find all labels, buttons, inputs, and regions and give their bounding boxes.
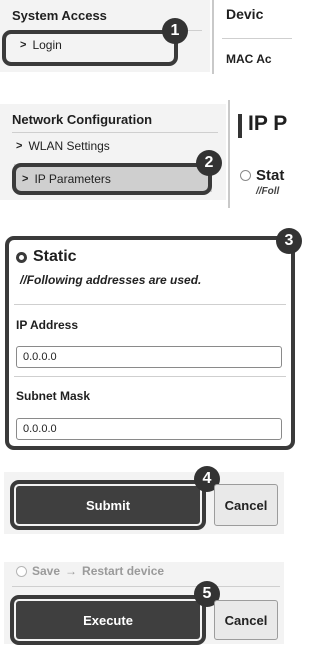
static-subtext: //Foll <box>256 186 280 197</box>
radio-unselected-icon <box>16 565 27 577</box>
chevron-right-icon: > <box>16 140 23 152</box>
subnet-mask-input[interactable]: 0.0.0.0 <box>16 418 282 440</box>
static-description: //Following addresses are used. <box>20 273 202 287</box>
radio-unselected-icon <box>240 170 251 181</box>
static-radio-label: Static <box>33 248 77 265</box>
save-restart-option[interactable]: Save → Restart device <box>16 564 164 578</box>
radio-selected-icon <box>16 251 27 263</box>
subnet-mask-label: Subnet Mask <box>16 389 91 403</box>
static-radio-label: Stat <box>256 167 285 184</box>
cancel-button[interactable]: Cancel <box>214 484 278 526</box>
callout-badge-1: 1 <box>162 18 188 44</box>
network-configuration-title: Network Configuration <box>12 112 153 127</box>
callout-frame-4 <box>10 480 206 530</box>
save-label: Save <box>32 564 61 578</box>
ip-parameters-heading: IP P <box>248 112 288 135</box>
cancel-button[interactable]: Cancel <box>214 600 278 640</box>
callout-frame-1 <box>2 30 178 66</box>
static-radio-option[interactable]: Stat <box>240 167 284 184</box>
callout-badge-3: 3 <box>276 228 302 254</box>
column-divider <box>212 0 214 74</box>
device-title: Devic <box>226 6 264 22</box>
divider <box>14 304 286 305</box>
callout-frame-5 <box>10 595 206 645</box>
divider <box>12 132 218 133</box>
mac-address-label: MAC Ac <box>226 52 272 66</box>
column-divider <box>228 100 230 208</box>
divider <box>14 376 286 377</box>
divider <box>12 586 280 587</box>
sidebar-item-wlan-settings[interactable]: > WLAN Settings <box>16 139 110 153</box>
callout-badge-2: 2 <box>196 150 222 176</box>
static-radio-selected[interactable]: Static <box>16 248 77 266</box>
sidebar-item-label: WLAN Settings <box>28 139 110 153</box>
system-access-title: System Access <box>12 8 107 23</box>
heading-accent-bar <box>238 114 242 138</box>
arrow-right-icon: → <box>65 564 78 578</box>
ip-address-label: IP Address <box>16 318 79 332</box>
callout-frame-2 <box>12 163 212 195</box>
restart-device-label: Restart device <box>82 564 165 578</box>
ip-address-input[interactable]: 0.0.0.0 <box>16 346 282 368</box>
divider <box>222 38 292 39</box>
